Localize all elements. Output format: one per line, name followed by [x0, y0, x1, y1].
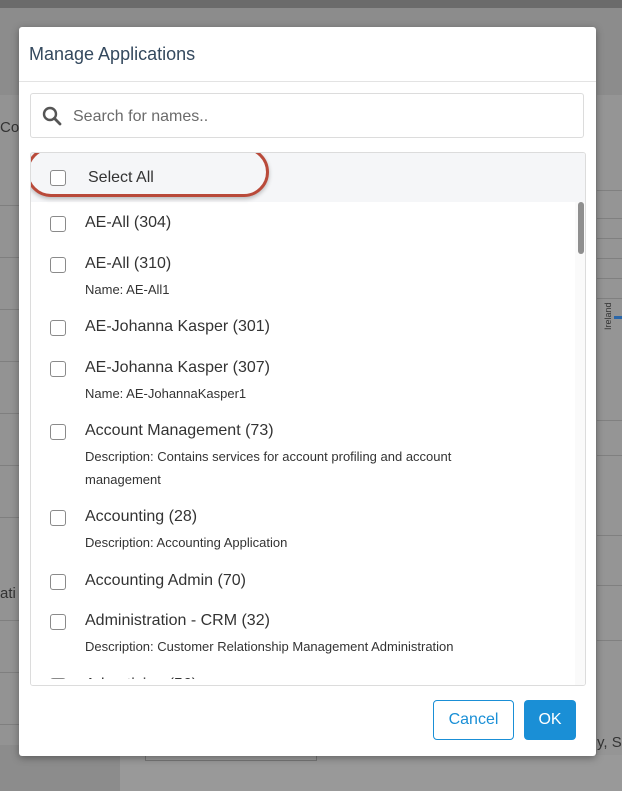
item-title: AE-Johanna Kasper (301): [85, 318, 270, 335]
background-text: Co: [0, 119, 20, 136]
background-text: y, S: [597, 734, 622, 751]
item-subtitle: Description: Accounting Application: [85, 535, 288, 550]
search-box: [30, 93, 584, 138]
background-divider: [597, 535, 622, 536]
select-all-row[interactable]: Select All: [31, 153, 585, 202]
select-all-label: Select All: [88, 169, 154, 186]
background-divider: [597, 420, 622, 421]
scrollbar-thumb[interactable]: [578, 202, 584, 254]
background-text: ati: [0, 585, 16, 602]
ok-button[interactable]: OK: [524, 700, 576, 740]
item-subtitle: Description: Contains services for accou…: [85, 449, 452, 487]
item-title: Accounting Admin (70): [85, 572, 246, 589]
background-divider: [597, 455, 622, 456]
header-divider: [19, 81, 596, 82]
applications-list: Select All AE-All (304) AE-All (310) Nam…: [30, 152, 586, 686]
background-divider: [597, 640, 622, 641]
item-checkbox[interactable]: [50, 510, 66, 526]
item-title: Account Management (73): [85, 422, 274, 439]
item-checkbox[interactable]: [50, 320, 66, 336]
item-title: AE-All (310): [85, 255, 172, 272]
background-divider: [597, 278, 622, 279]
background-chart-bar: [614, 316, 622, 319]
item-subtitle: Name: AE-JohannaKasper1: [85, 386, 247, 401]
list-bottom-edge: [31, 679, 575, 685]
background-divider: [597, 298, 622, 299]
item-checkbox[interactable]: [50, 424, 66, 440]
background-divider: [597, 585, 622, 586]
item-checkbox[interactable]: [50, 216, 66, 232]
scrollbar-track[interactable]: [575, 202, 585, 685]
item-subtitle: Description: Customer Relationship Manag…: [85, 639, 454, 654]
select-all-checkbox[interactable]: [50, 170, 66, 186]
background-divider: [597, 190, 622, 191]
item-subtitle: Name: AE-All1: [85, 282, 170, 297]
background-divider: [597, 258, 622, 259]
item-title: AE-All (304): [85, 214, 172, 231]
cancel-button[interactable]: Cancel: [433, 700, 514, 740]
item-title: Accounting (28): [85, 508, 198, 525]
item-checkbox[interactable]: [50, 614, 66, 630]
item-checkbox[interactable]: [50, 574, 66, 590]
dialog-title: Manage Applications: [29, 44, 196, 64]
manage-applications-dialog: Manage Applications Select All AE-All (3…: [19, 27, 596, 756]
item-checkbox[interactable]: [50, 257, 66, 273]
item-title: Administration - CRM (32): [85, 612, 270, 629]
background-topbar: [0, 0, 622, 8]
item-title: AE-Johanna Kasper (307): [85, 359, 270, 376]
background-chart-label: Ireland: [603, 302, 613, 330]
search-input[interactable]: [71, 102, 575, 132]
background-divider: [597, 218, 622, 219]
item-checkbox[interactable]: [50, 361, 66, 377]
background-divider: [597, 238, 622, 239]
background-right-panel: [597, 95, 622, 775]
search-icon: [42, 106, 62, 126]
